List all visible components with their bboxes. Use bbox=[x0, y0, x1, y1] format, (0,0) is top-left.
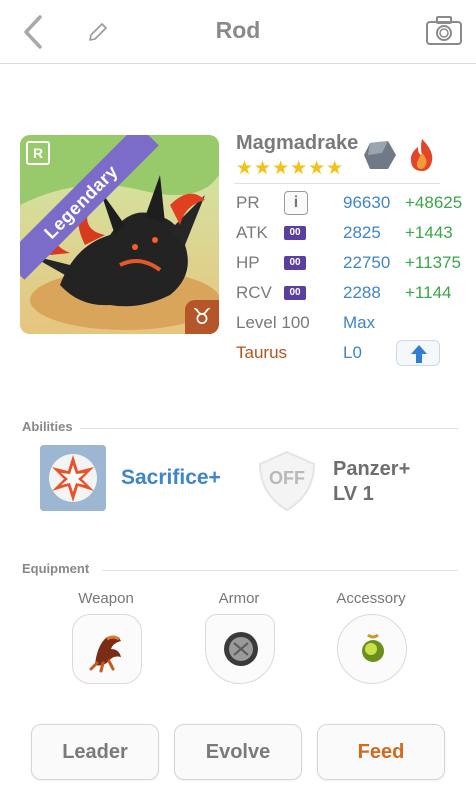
stat-bonus: +48625 bbox=[405, 193, 463, 212]
equip-slot-label: Weapon bbox=[78, 590, 134, 607]
stat-label: RCV bbox=[236, 283, 272, 302]
monster-name: Magmadrake bbox=[236, 132, 359, 154]
camera-button[interactable] bbox=[424, 14, 464, 48]
armor-slot[interactable] bbox=[205, 614, 275, 684]
claw-weapon-icon bbox=[89, 635, 121, 673]
gem-accessory-icon bbox=[362, 633, 384, 662]
abilities-section-label: Abilities bbox=[22, 419, 73, 434]
stat-value: 22750 bbox=[343, 253, 391, 272]
sacrifice-ability-icon[interactable] bbox=[40, 445, 106, 511]
burst-icon bbox=[40, 445, 106, 511]
stat-row-hp: HP 00 22750 +11375 bbox=[236, 253, 476, 275]
stat-value: 2825 bbox=[343, 223, 381, 242]
ability-level: LV 1 bbox=[333, 483, 374, 505]
level-label: Level 100 bbox=[236, 313, 310, 332]
equip-slot-label: Armor bbox=[218, 590, 260, 607]
name-divider bbox=[234, 183, 440, 184]
stat-row-atk: ATK 00 2825 +1443 bbox=[236, 223, 476, 245]
panzer-ability-off-icon[interactable]: OFF bbox=[252, 448, 322, 514]
stat-badge: 00 bbox=[284, 286, 306, 300]
stat-bonus: +11375 bbox=[405, 253, 461, 272]
ability-state: OFF bbox=[269, 468, 305, 488]
section-divider bbox=[102, 570, 458, 571]
equip-slot-label: Accessory bbox=[336, 590, 406, 607]
camera-icon bbox=[426, 16, 462, 45]
leader-button[interactable]: Leader bbox=[31, 724, 159, 780]
stat-bonus: +1144 bbox=[405, 283, 452, 302]
fire-element-icon bbox=[410, 139, 433, 171]
rarity-r-icon: R bbox=[26, 141, 50, 165]
accessory-slot[interactable] bbox=[337, 614, 407, 684]
stat-bonus: +1443 bbox=[405, 223, 453, 242]
section-divider bbox=[80, 428, 458, 429]
arrow-up-icon bbox=[411, 345, 427, 363]
zodiac-row: Taurus L0 bbox=[236, 340, 476, 366]
stat-badge: 00 bbox=[284, 256, 306, 270]
stat-badge: 00 bbox=[284, 226, 306, 240]
evolve-button[interactable]: Evolve bbox=[174, 724, 302, 780]
stat-label: HP bbox=[236, 253, 260, 272]
feed-button[interactable]: Feed bbox=[317, 724, 445, 780]
weapon-slot[interactable] bbox=[72, 614, 142, 684]
star-rating: ★★★★★★ bbox=[236, 158, 345, 179]
stat-row-rcv: RCV 00 2288 +1144 bbox=[236, 283, 476, 305]
level-row: Level 100 Max bbox=[236, 313, 476, 335]
stat-label: ATK bbox=[236, 223, 268, 242]
taurus-zodiac-icon: ♉ bbox=[185, 300, 219, 334]
equipment-section-label: Equipment bbox=[22, 561, 90, 576]
stat-row-pr: PR i 96630 +48625 bbox=[236, 191, 476, 215]
stat-value: 96630 bbox=[343, 193, 391, 212]
zodiac-level: L0 bbox=[343, 343, 362, 362]
stat-value: 2288 bbox=[343, 283, 381, 302]
level-value: Max bbox=[343, 313, 376, 332]
rock-element-icon bbox=[364, 141, 396, 169]
header-bar: Rod bbox=[0, 0, 476, 64]
zodiac-upgrade-button[interactable] bbox=[396, 340, 440, 366]
page-title: Rod bbox=[215, 17, 261, 43]
info-button[interactable]: i bbox=[284, 191, 308, 215]
zodiac-label: Taurus bbox=[236, 343, 288, 362]
ability-name[interactable]: Panzer+ bbox=[333, 458, 410, 481]
monster-portrait[interactable]: Legendary R ♉ bbox=[20, 135, 219, 334]
stat-label: PR bbox=[236, 193, 260, 212]
ability-name[interactable]: Sacrifice+ bbox=[121, 466, 221, 490]
disc-armor-icon bbox=[224, 632, 258, 666]
